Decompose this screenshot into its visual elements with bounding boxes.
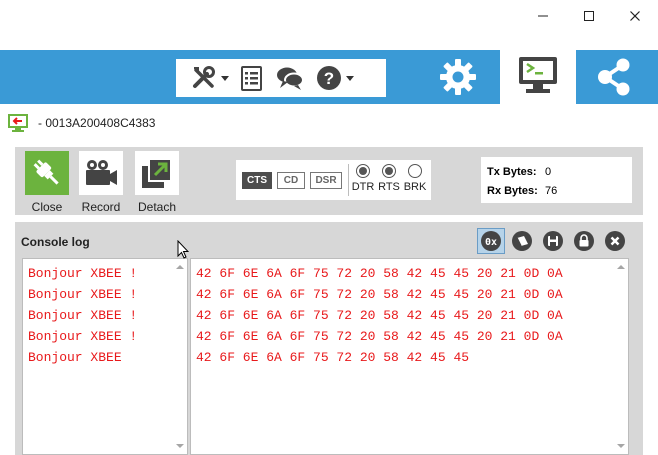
consoles-mode-button[interactable]	[500, 46, 576, 104]
minimize-icon	[538, 15, 548, 17]
tools-group: ?	[176, 59, 386, 97]
tx-bytes-row: Tx Bytes: 0	[487, 162, 632, 181]
brk-label: BRK	[403, 181, 427, 193]
save-icon	[543, 231, 563, 251]
hex-line: 42 6F 6E 6A 6F 75 72 20 58 42 45 45 20 2…	[196, 266, 563, 281]
console-controls-panel: Close Record Detach CTS CD DSR DTR RTS B…	[15, 147, 643, 215]
svg-text:?: ?	[324, 69, 334, 88]
scroll-down-arrow[interactable]	[176, 444, 184, 448]
brk-radio[interactable]	[408, 164, 422, 178]
signals-divider	[348, 164, 349, 196]
device-name: - 0013A200408C4383	[38, 116, 156, 130]
scroll-down-arrow[interactable]	[617, 444, 625, 448]
maximize-button[interactable]	[566, 0, 612, 32]
help-menu-button[interactable]: ?	[315, 63, 360, 93]
hex-line: 42 6F 6E 6A 6F 75 72 20 58 42 45 45 20 2…	[196, 308, 563, 323]
serial-signals-box: CTS CD DSR DTR RTS BRK	[236, 160, 431, 200]
window-controls	[520, 0, 658, 32]
chevron-down-icon	[346, 75, 354, 81]
lock-icon	[574, 231, 594, 251]
rts-toggle[interactable]: RTS	[376, 164, 402, 193]
hex-line: 42 6F 6E 6A 6F 75 72 20 58 42 45 45 20 2…	[196, 287, 563, 302]
byte-counters: Tx Bytes: 0 Rx Bytes: 76	[481, 157, 632, 203]
ascii-line: Bonjour XBEE	[28, 350, 122, 365]
video-camera-icon	[86, 160, 117, 185]
rx-bytes-value: 76	[545, 184, 558, 197]
ascii-line: Bonjour XBEE !	[28, 266, 138, 281]
ascii-line: Bonjour XBEE !	[28, 308, 138, 323]
cd-indicator: CD	[277, 172, 305, 189]
chevron-down-icon	[221, 75, 229, 81]
detach-icon	[142, 158, 172, 188]
console-tools: 0x	[477, 228, 629, 256]
scroll-up-arrow[interactable]	[617, 265, 625, 269]
list-icon	[241, 66, 262, 91]
ascii-log-pane[interactable]: Bonjour XBEE ! Bonjour XBEE ! Bonjour XB…	[22, 258, 188, 455]
record-button[interactable]: Record	[75, 151, 127, 214]
ascii-line: Bonjour XBEE !	[28, 329, 138, 344]
network-icon	[598, 58, 630, 96]
tools-icon	[193, 66, 215, 88]
hex-0x-icon: 0x	[481, 231, 501, 251]
help-icon: ?	[317, 66, 341, 90]
close-circle-icon	[605, 231, 625, 251]
plug-icon	[33, 159, 59, 185]
close-connection-icon-box	[25, 151, 69, 195]
hex-toggle-text: 0x	[485, 237, 497, 248]
list-button[interactable]	[239, 63, 265, 93]
hex-line: 42 6F 6E 6A 6F 75 72 20 58 42 45 45	[196, 350, 470, 365]
tx-bytes-label: Tx Bytes:	[487, 165, 537, 178]
chat-button[interactable]	[275, 63, 305, 93]
console-log-panel: Console log 0x Bonjour XBEE ! Bonjour XB…	[15, 222, 643, 455]
tools-menu-button[interactable]	[190, 63, 235, 93]
record-icon-box	[79, 151, 123, 195]
gear-icon	[440, 59, 476, 95]
mouse-cursor-icon	[177, 240, 189, 259]
device-console-icon	[8, 114, 28, 132]
chat-icon	[277, 67, 304, 90]
detach-button[interactable]: Detach	[131, 151, 183, 214]
close-connection-button[interactable]: Close	[21, 151, 73, 214]
hex-line: 42 6F 6E 6A 6F 75 72 20 58 42 45 45 20 2…	[196, 329, 563, 344]
network-mode-button[interactable]	[580, 50, 648, 104]
minimize-button[interactable]	[520, 0, 566, 32]
rts-label: RTS	[378, 181, 400, 193]
hex-log-pane[interactable]: 42 6F 6E 6A 6F 75 72 20 58 42 45 45 20 2…	[190, 258, 629, 455]
close-icon	[630, 11, 640, 21]
clear-icon	[512, 231, 532, 251]
tx-bytes-value: 0	[545, 165, 552, 178]
console-icon	[519, 57, 557, 93]
record-label: Record	[81, 200, 121, 214]
cts-indicator: CTS	[242, 172, 272, 189]
console-log-title: Console log	[21, 235, 90, 249]
lock-scroll-button[interactable]	[570, 228, 598, 254]
clear-session-button[interactable]	[508, 228, 536, 254]
ascii-line: Bonjour XBEE !	[28, 287, 138, 302]
dsr-indicator: DSR	[310, 172, 342, 189]
close-label: Close	[31, 200, 63, 214]
detach-label: Detach	[137, 200, 177, 214]
maximize-icon	[584, 11, 594, 21]
configuration-mode-button[interactable]	[424, 50, 492, 104]
scroll-up-arrow[interactable]	[176, 265, 184, 269]
dtr-label: DTR	[351, 181, 375, 193]
hex-toggle-button[interactable]: 0x	[477, 228, 505, 254]
save-log-button[interactable]	[539, 228, 567, 254]
device-header: - 0013A200408C4383	[8, 112, 155, 134]
brk-toggle[interactable]: BRK	[402, 164, 428, 193]
dtr-toggle[interactable]: DTR	[350, 164, 376, 193]
rx-bytes-label: Rx Bytes:	[487, 184, 538, 197]
close-window-button[interactable]	[612, 0, 658, 32]
rts-radio[interactable]	[382, 164, 396, 178]
rx-bytes-row: Rx Bytes: 76	[487, 181, 632, 200]
close-console-button[interactable]	[601, 228, 629, 254]
dtr-radio[interactable]	[356, 164, 370, 178]
detach-icon-box	[135, 151, 179, 195]
